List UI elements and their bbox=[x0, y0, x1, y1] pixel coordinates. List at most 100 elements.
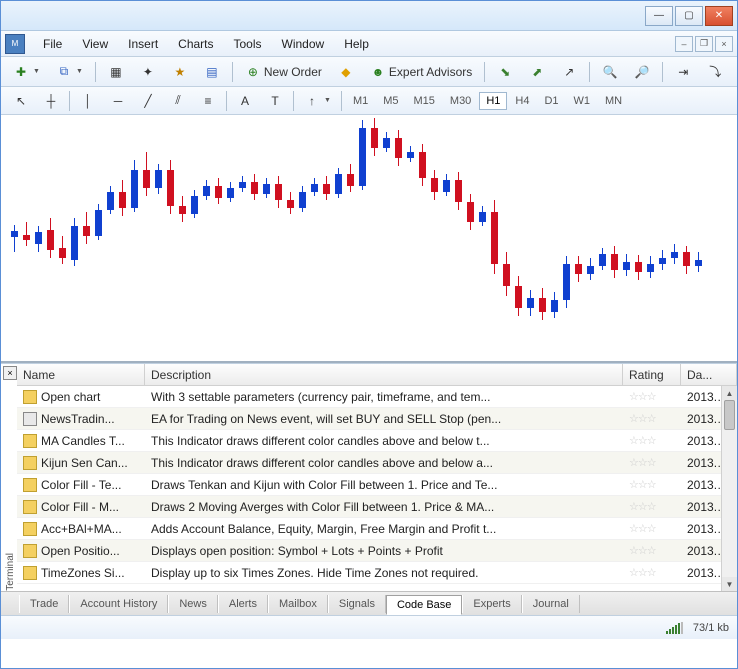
horizontal-line-button[interactable]: ─ bbox=[104, 89, 132, 113]
table-row[interactable]: Acc+BAl+MA... Adds Account Balance, Equit… bbox=[17, 518, 737, 540]
cursor-button[interactable]: ↖ bbox=[7, 89, 35, 113]
table-row[interactable]: Color Fill - M...Draws 2 Moving Averges … bbox=[17, 496, 737, 518]
channel-button[interactable]: ⫽ bbox=[164, 89, 192, 113]
titlebar: — ▢ ✕ bbox=[1, 1, 737, 31]
timeframe-w1[interactable]: W1 bbox=[567, 92, 598, 110]
tab-journal[interactable]: Journal bbox=[522, 595, 580, 613]
table-row[interactable]: Open Positio... Displays open position: S… bbox=[17, 540, 737, 562]
script-icon bbox=[23, 566, 37, 580]
menu-view[interactable]: View bbox=[72, 34, 118, 54]
close-button[interactable]: ✕ bbox=[705, 6, 733, 26]
text-button[interactable]: A bbox=[231, 89, 259, 113]
tab-news[interactable]: News bbox=[168, 595, 218, 613]
zoom-in-button[interactable]: 🔍 bbox=[596, 60, 624, 84]
timeframe-m5[interactable]: M5 bbox=[376, 92, 405, 110]
row-description: Draws Tenkan and Kijun with Color Fill b… bbox=[145, 476, 623, 494]
tester-button[interactable]: ▤ bbox=[198, 60, 226, 84]
tab-experts[interactable]: Experts bbox=[462, 595, 521, 613]
tab-alerts[interactable]: Alerts bbox=[218, 595, 268, 613]
row-rating: ☆☆☆ bbox=[623, 542, 681, 559]
navigator-button[interactable]: ✦ bbox=[134, 60, 162, 84]
row-description: Draws 2 Moving Averges with Color Fill b… bbox=[145, 498, 623, 516]
mdi-restore-button[interactable]: ❐ bbox=[695, 36, 713, 52]
column-description[interactable]: Description bbox=[145, 364, 623, 385]
script-icon bbox=[23, 456, 37, 470]
zoom-out-button[interactable]: 🔎 bbox=[628, 60, 656, 84]
menu-tools[interactable]: Tools bbox=[224, 34, 272, 54]
table-row[interactable]: Open chartWith 3 settable parameters (cu… bbox=[17, 386, 737, 408]
expert-advisors-button[interactable]: ☻Expert Advisors bbox=[364, 60, 478, 84]
table-row[interactable]: TimeZones Si... Display up to six Times Z… bbox=[17, 562, 737, 584]
script-icon bbox=[23, 544, 37, 558]
scroll-thumb[interactable] bbox=[724, 400, 735, 430]
row-description: EA for Trading on News event, will set B… bbox=[145, 410, 623, 428]
tab-signals[interactable]: Signals bbox=[328, 595, 386, 613]
column-date[interactable]: Da... bbox=[681, 364, 737, 385]
close-panel-button[interactable]: × bbox=[3, 366, 17, 380]
text-label-button[interactable]: T bbox=[261, 89, 289, 113]
tab-trade[interactable]: Trade bbox=[19, 595, 69, 613]
app-icon: M bbox=[5, 34, 25, 54]
menu-window[interactable]: Window bbox=[272, 34, 335, 54]
row-name: Acc+BAl+MA... bbox=[41, 522, 122, 536]
market-watch-button[interactable]: ▦ bbox=[102, 60, 130, 84]
trendline-button[interactable]: ╱ bbox=[134, 89, 162, 113]
tab-account-history[interactable]: Account History bbox=[69, 595, 168, 613]
chart-area[interactable] bbox=[1, 115, 737, 363]
table-row[interactable]: NewsTradin...EA for Trading on News even… bbox=[17, 408, 737, 430]
script-icon bbox=[23, 434, 37, 448]
menu-file[interactable]: File bbox=[33, 34, 72, 54]
column-rating[interactable]: Rating bbox=[623, 364, 681, 385]
timeframe-d1[interactable]: D1 bbox=[537, 92, 565, 110]
indicator-list-button[interactable]: ⬊ bbox=[491, 60, 519, 84]
metaquotes-button[interactable]: ◆ bbox=[332, 60, 360, 84]
menu-insert[interactable]: Insert bbox=[118, 34, 168, 54]
timeframe-mn[interactable]: MN bbox=[598, 92, 629, 110]
vertical-scrollbar[interactable]: ▲ ▼ bbox=[721, 386, 737, 591]
timeframe-m15[interactable]: M15 bbox=[407, 92, 442, 110]
row-rating: ☆☆☆ bbox=[623, 454, 681, 471]
table-row[interactable]: Color Fill - Te... Draws Tenkan and Kijun… bbox=[17, 474, 737, 496]
terminal-button[interactable]: ★ bbox=[166, 60, 194, 84]
fibonacci-button[interactable]: ≡ bbox=[194, 89, 222, 113]
templates-button[interactable]: ↗ bbox=[555, 60, 583, 84]
auto-scroll-button[interactable]: ⇥ bbox=[669, 60, 697, 84]
row-description: With 3 settable parameters (currency pai… bbox=[145, 388, 623, 406]
row-description: Adds Account Balance, Equity, Margin, Fr… bbox=[145, 520, 623, 538]
menu-charts[interactable]: Charts bbox=[168, 34, 223, 54]
timeframe-m30[interactable]: M30 bbox=[443, 92, 478, 110]
row-name: Open Positio... bbox=[41, 544, 120, 558]
mdi-close-button[interactable]: × bbox=[715, 36, 733, 52]
crosshair-button[interactable]: ┼ bbox=[37, 89, 65, 113]
row-rating: ☆☆☆ bbox=[623, 476, 681, 493]
tab-mailbox[interactable]: Mailbox bbox=[268, 595, 328, 613]
new-order-button[interactable]: ⊕New Order bbox=[239, 60, 328, 84]
row-name: TimeZones Si... bbox=[41, 566, 125, 580]
chart-shift-button[interactable]: ⤵ bbox=[701, 60, 729, 84]
periodicity-button[interactable]: ⬈ bbox=[523, 60, 551, 84]
vertical-line-button[interactable]: │ bbox=[74, 89, 102, 113]
profiles-button[interactable]: ⧉▼ bbox=[50, 60, 89, 84]
mdi-minimize-button[interactable]: – bbox=[675, 36, 693, 52]
scroll-up-icon[interactable]: ▲ bbox=[722, 386, 737, 400]
drawing-toolbar: ↖ ┼ │ ─ ╱ ⫽ ≡ A T ↑▼ M1M5M15M30H1H4D1W1M… bbox=[1, 87, 737, 115]
row-description: Display up to six Times Zones. Hide Time… bbox=[145, 564, 623, 582]
column-name[interactable]: Name bbox=[17, 364, 145, 385]
timeframe-m1[interactable]: M1 bbox=[346, 92, 375, 110]
script-icon bbox=[23, 522, 37, 536]
minimize-button[interactable]: — bbox=[645, 6, 673, 26]
arrows-button[interactable]: ↑▼ bbox=[298, 89, 337, 113]
mdi-controls: – ❐ × bbox=[675, 36, 733, 52]
row-name: MA Candles T... bbox=[41, 434, 125, 448]
row-description: Displays open position: Symbol + Lots + … bbox=[145, 542, 623, 560]
timeframe-h1[interactable]: H1 bbox=[479, 92, 507, 110]
timeframe-h4[interactable]: H4 bbox=[508, 92, 536, 110]
new-chart-button[interactable]: ✚▼ bbox=[7, 60, 46, 84]
table-row[interactable]: MA Candles T...This Indicator draws diff… bbox=[17, 430, 737, 452]
maximize-button[interactable]: ▢ bbox=[675, 6, 703, 26]
row-name: Color Fill - Te... bbox=[41, 478, 121, 492]
table-row[interactable]: Kijun Sen Can...This Indicator draws dif… bbox=[17, 452, 737, 474]
tab-code-base[interactable]: Code Base bbox=[386, 595, 462, 615]
menu-help[interactable]: Help bbox=[334, 34, 379, 54]
scroll-down-icon[interactable]: ▼ bbox=[722, 577, 737, 591]
